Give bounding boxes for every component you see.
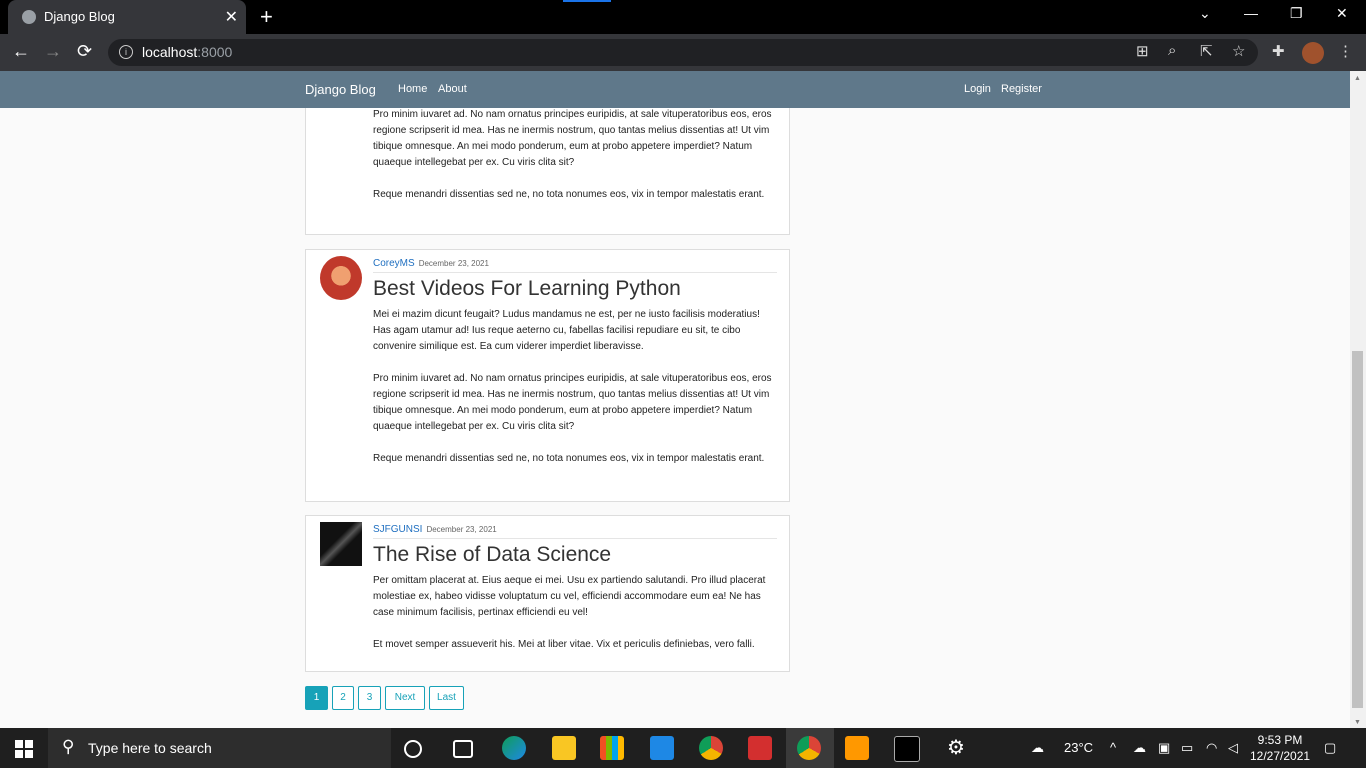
- post-card: SJFGUNSI December 23, 2021 The Rise of Da…: [305, 515, 790, 672]
- chrome-menu-icon[interactable]: ⋮: [1338, 42, 1353, 60]
- author-avatar: [320, 256, 362, 300]
- site-info-icon[interactable]: i: [119, 45, 133, 59]
- nav-link-login[interactable]: Login: [964, 83, 991, 95]
- tab-title: Django Blog: [44, 9, 115, 24]
- windows-taskbar: ⚲ Type here to search ⚙ ☁ 23°C ^ ☁ ▣ ▭ ◠…: [0, 728, 1366, 768]
- nav-link-home[interactable]: Home: [398, 83, 427, 95]
- mail-icon[interactable]: [650, 736, 674, 760]
- site-navbar: Django Blog Home About Login Register: [0, 71, 1350, 108]
- clock-time: 9:53 PM: [1257, 733, 1303, 747]
- scrollbar-thumb[interactable]: [1352, 351, 1363, 708]
- task-view-icon[interactable]: [453, 740, 473, 758]
- wps-office-icon[interactable]: [748, 736, 772, 760]
- minimize-button[interactable]: —: [1244, 5, 1258, 21]
- profile-avatar[interactable]: [1302, 42, 1324, 64]
- url-host: localhost: [142, 44, 198, 60]
- maximize-button[interactable]: ❐: [1290, 5, 1303, 22]
- post-author-link[interactable]: SJFGUNSI: [373, 524, 422, 535]
- browser-tabstrip: Django Blog ✕ + ⌄ — ❐ ✕: [0, 0, 1366, 34]
- post-paragraph: Per omittam placerat at. Eius aeque ei m…: [373, 575, 766, 618]
- settings-gear-icon[interactable]: ⚙: [944, 736, 968, 760]
- chrome-profile-icon[interactable]: [797, 736, 821, 760]
- file-explorer-icon[interactable]: [552, 736, 576, 760]
- pagination-last[interactable]: Last: [429, 686, 464, 710]
- post-body: Mei ei mazim dicunt feugait? Ludus manda…: [373, 307, 778, 483]
- post-paragraph: Reque menandri dissentias sed ne, no tot…: [373, 189, 765, 200]
- translate-icon[interactable]: ⊞: [1136, 42, 1149, 60]
- pagination-page-1[interactable]: 1: [305, 686, 328, 710]
- pagination-next[interactable]: Next: [385, 686, 425, 710]
- post-author-link[interactable]: CoreyMS: [373, 258, 415, 269]
- back-arrow-icon[interactable]: ←: [12, 41, 30, 62]
- post-card: CoreyMS December 23, 2021 Best Videos For…: [305, 249, 790, 502]
- pagination-page-3[interactable]: 3: [358, 686, 381, 710]
- onedrive-icon[interactable]: ☁: [1133, 740, 1146, 756]
- main-content: Pro minim iuvaret ad. No nam ornatus pri…: [0, 108, 1350, 728]
- bookmark-star-icon[interactable]: ☆: [1232, 42, 1245, 60]
- post-title[interactable]: Best Videos For Learning Python: [373, 277, 681, 301]
- scroll-down-arrow-icon[interactable]: ▼: [1354, 719, 1361, 726]
- post-date: December 23, 2021: [426, 525, 497, 534]
- pagination-page-2[interactable]: 2: [332, 686, 354, 710]
- weather-icon[interactable]: ☁: [1031, 740, 1044, 756]
- page-scrollbar[interactable]: ▲ ▼: [1350, 71, 1366, 728]
- reload-icon[interactable]: ⟳: [77, 41, 92, 62]
- post-paragraph: Pro minim iuvaret ad. No nam ornatus pri…: [373, 109, 772, 168]
- post-meta: CoreyMS December 23, 2021: [373, 258, 777, 273]
- volume-icon[interactable]: ◁: [1228, 740, 1238, 756]
- post-card: Pro minim iuvaret ad. No nam ornatus pri…: [305, 108, 790, 235]
- battery-icon[interactable]: ▭: [1181, 740, 1193, 756]
- tray-overflow-chevron-icon[interactable]: ^: [1110, 740, 1116, 755]
- clock-date: 12/27/2021: [1250, 749, 1311, 763]
- new-tab-icon[interactable]: +: [260, 4, 273, 30]
- url-text: localhost:8000: [142, 44, 232, 60]
- browser-toolbar: ← → ⟳ i localhost:8000 ⊞ ⌕ ⇱ ☆ ✚ ⋮: [0, 34, 1366, 71]
- post-paragraph: Mei ei mazim dicunt feugait? Ludus manda…: [373, 309, 760, 352]
- taskbar-search-placeholder: Type here to search: [88, 740, 212, 756]
- store-icon[interactable]: [600, 736, 624, 760]
- window-close-button[interactable]: ✕: [1336, 5, 1348, 22]
- address-bar[interactable]: i localhost:8000: [108, 39, 1258, 66]
- globe-icon: [22, 10, 36, 24]
- author-avatar: [320, 522, 362, 566]
- post-title[interactable]: The Rise of Data Science: [373, 543, 611, 567]
- cortana-icon[interactable]: [404, 740, 422, 758]
- taskbar-search-box[interactable]: ⚲ Type here to search: [48, 728, 391, 768]
- search-icon: ⚲: [62, 737, 75, 756]
- nav-link-register[interactable]: Register: [1001, 83, 1042, 95]
- share-icon[interactable]: ⇱: [1200, 42, 1213, 60]
- post-date: December 23, 2021: [418, 259, 489, 268]
- url-port: :8000: [197, 44, 233, 60]
- tab-close-icon[interactable]: ✕: [225, 7, 238, 27]
- notifications-icon[interactable]: ▢: [1324, 740, 1336, 756]
- post-body: Pro minim iuvaret ad. No nam ornatus pri…: [373, 108, 778, 219]
- chrome-icon[interactable]: [699, 736, 723, 760]
- sublime-text-icon[interactable]: [845, 736, 869, 760]
- browser-tab[interactable]: Django Blog ✕: [8, 0, 246, 34]
- nav-link-about[interactable]: About: [438, 83, 467, 95]
- forward-arrow-icon[interactable]: →: [44, 41, 62, 62]
- windows-start-icon[interactable]: [15, 740, 33, 758]
- post-paragraph: Et movet semper assueverit his. Mei at l…: [373, 639, 755, 650]
- terminal-icon[interactable]: [894, 736, 920, 762]
- taskbar-clock[interactable]: 9:53 PM 12/27/2021: [1250, 732, 1310, 764]
- post-paragraph: Pro minim iuvaret ad. No nam ornatus pri…: [373, 373, 772, 432]
- tabstrip-accent: [563, 0, 611, 2]
- site-brand[interactable]: Django Blog: [305, 82, 376, 97]
- extensions-puzzle-icon[interactable]: ✚: [1272, 42, 1285, 60]
- post-body: Per omittam placerat at. Eius aeque ei m…: [373, 573, 778, 669]
- post-meta: SJFGUNSI December 23, 2021: [373, 524, 777, 539]
- scroll-up-arrow-icon[interactable]: ▲: [1354, 75, 1361, 82]
- meet-now-icon[interactable]: ▣: [1158, 740, 1170, 756]
- post-paragraph: Reque menandri dissentias sed ne, no tot…: [373, 453, 765, 464]
- edge-icon[interactable]: [502, 736, 526, 760]
- tab-search-chevron-icon[interactable]: ⌄: [1199, 5, 1211, 22]
- wifi-icon[interactable]: ◠: [1206, 740, 1217, 756]
- zoom-icon[interactable]: ⌕: [1168, 42, 1176, 59]
- weather-temperature[interactable]: 23°C: [1064, 740, 1093, 755]
